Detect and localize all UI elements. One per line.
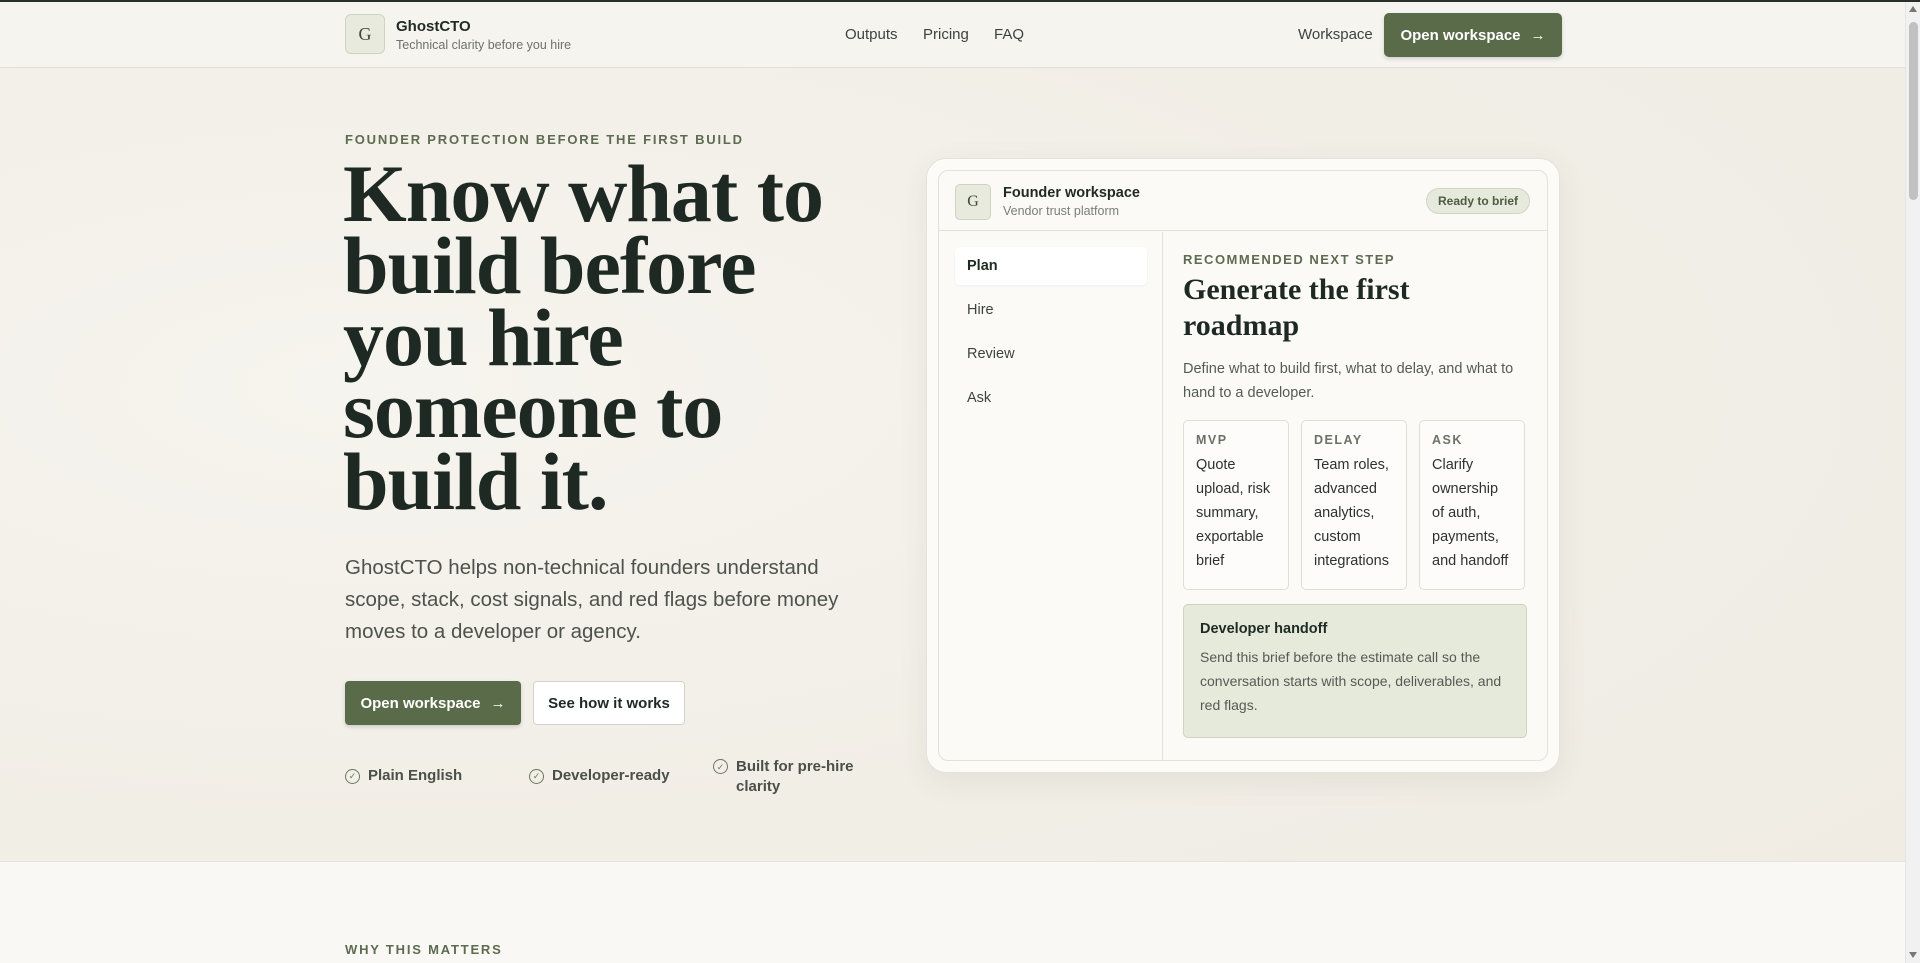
hero-eyebrow: FOUNDER PROTECTION BEFORE THE FIRST BUIL…: [345, 132, 744, 147]
workspace-sidebar: Plan Hire Review Ask: [939, 232, 1163, 760]
scope-card-label: DELAY: [1314, 433, 1363, 447]
hero-open-workspace-label: Open workspace: [360, 694, 481, 712]
workspace-preview: G Founder workspace Vendor trust platfor…: [938, 170, 1548, 761]
nav-outputs[interactable]: Outputs: [845, 26, 898, 43]
scope-card-text: Team roles, advanced analytics, custom i…: [1314, 457, 1389, 569]
workspace-header: G Founder workspace Vendor trust platfor…: [939, 171, 1547, 231]
page: G GhostCTO Technical clarity before you …: [0, 2, 1905, 963]
hero-subtitle: GhostCTO helps non-technical founders un…: [345, 556, 839, 643]
sidebar-item-ask[interactable]: Ask: [955, 379, 1147, 417]
sidebar-item-review[interactable]: Review: [955, 335, 1147, 373]
workspace-logo: G: [955, 184, 991, 220]
brand-name[interactable]: GhostCTO: [396, 18, 471, 35]
scope-card-label: ASK: [1432, 433, 1463, 447]
hero-open-workspace-button[interactable]: Open workspace →: [345, 681, 521, 725]
scope-card-mvp: MVP Quote upload, risk summary, exportab…: [1183, 420, 1289, 590]
recommended-heading: Generate the first roadmap: [1183, 273, 1410, 342]
sidebar-item-hire[interactable]: Hire: [955, 291, 1147, 329]
check-plain-english: ✓ Plain English: [345, 767, 462, 784]
scope-card-ask: ASK Clarify ownership of auth, payments,…: [1419, 420, 1525, 590]
hero-title: Know what to build before you hire someo…: [343, 148, 824, 527]
nav-pricing[interactable]: Pricing: [923, 26, 969, 43]
workspace-title: Founder workspace: [1003, 185, 1140, 201]
section-eyebrow: WHY THIS MATTERS: [345, 942, 503, 957]
scroll-down-icon[interactable]: [1909, 952, 1917, 958]
check-circle-icon: ✓: [713, 759, 728, 774]
developer-handoff-panel: Developer handoff Send this brief before…: [1183, 604, 1527, 738]
check-label: Plain English: [368, 767, 463, 784]
check-pre-hire-clarity: ✓ Built for pre-hire clarity: [713, 757, 863, 797]
check-circle-icon: ✓: [529, 769, 544, 784]
see-how-it-works-button[interactable]: See how it works: [533, 681, 685, 725]
scope-card-text: Clarify ownership of auth, payments, and…: [1432, 457, 1509, 569]
check-developer-ready: ✓ Developer-ready: [529, 767, 670, 784]
recommended-description: Define what to build first, what to dela…: [1183, 361, 1514, 401]
handoff-text: Send this brief before the estimate call…: [1200, 649, 1502, 713]
site-header: G GhostCTO Technical clarity before you …: [0, 2, 1905, 68]
check-label: Built for pre-hire clarity: [736, 758, 854, 795]
page-scrollbar[interactable]: [1905, 2, 1920, 963]
arrow-right-icon: →: [1530, 26, 1546, 44]
scope-card-text: Quote upload, risk summary, exportable b…: [1196, 457, 1271, 569]
scroll-up-icon[interactable]: [1909, 6, 1917, 12]
nav-workspace[interactable]: Workspace: [1298, 26, 1373, 43]
workspace-subtitle: Vendor trust platform: [1003, 204, 1120, 218]
brand-logo[interactable]: G: [345, 14, 385, 54]
status-badge: Ready to brief: [1426, 188, 1530, 214]
check-label: Developer-ready: [552, 767, 670, 784]
handoff-title: Developer handoff: [1200, 621, 1328, 637]
scope-card-label: MVP: [1196, 433, 1228, 447]
header-open-workspace-button[interactable]: Open workspace →: [1384, 13, 1562, 57]
recommended-eyebrow: RECOMMENDED NEXT STEP: [1183, 252, 1396, 267]
workspace-main: RECOMMENDED NEXT STEP Generate the first…: [1163, 232, 1547, 760]
sidebar-item-plan[interactable]: Plan: [955, 247, 1147, 285]
header-open-workspace-label: Open workspace: [1400, 26, 1521, 44]
check-circle-icon: ✓: [345, 769, 360, 784]
arrow-right-icon: →: [490, 694, 506, 712]
scope-card-delay: DELAY Team roles, advanced analytics, cu…: [1301, 420, 1407, 590]
brand-tagline: Technical clarity before you hire: [396, 38, 572, 52]
nav-faq[interactable]: FAQ: [994, 26, 1024, 43]
scrollbar-thumb[interactable]: [1909, 22, 1918, 200]
why-this-matters-section: WHY THIS MATTERS: [0, 861, 1905, 963]
